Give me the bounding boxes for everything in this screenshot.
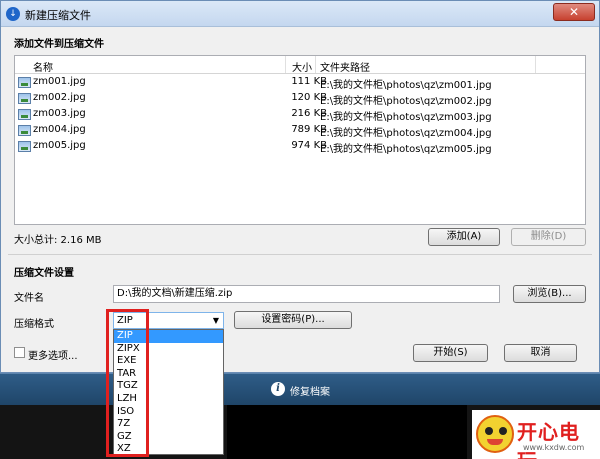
file-path: E:\我的文件柜\photos\qz\zm003.jpg (320, 112, 492, 123)
column-header-size[interactable]: 大小 (292, 59, 312, 74)
cancel-button[interactable]: 取消 (504, 344, 577, 362)
file-row[interactable]: zm002.jpg 120 KB E:\我的文件柜\photos\qz\zm00… (15, 91, 585, 107)
file-list-header: 名称 大小 文件夹路径 (15, 56, 585, 74)
set-password-button[interactable]: 设置密码(P)... (234, 311, 352, 329)
image-file-icon (18, 125, 31, 136)
column-header-name[interactable]: 名称 (33, 59, 53, 74)
file-row[interactable]: zm005.jpg 974 KB E:\我的文件柜\photos\qz\zm00… (15, 139, 585, 155)
file-path: E:\我的文件柜\photos\qz\zm004.jpg (320, 128, 492, 139)
browse-button[interactable]: 浏览(B)... (513, 285, 586, 303)
window-title: 新建压缩文件 (25, 9, 91, 22)
image-file-icon (18, 109, 31, 120)
filename-label: 文件名 (14, 293, 44, 304)
annotation-highlight-box (106, 309, 149, 457)
filename-input[interactable]: D:\我的文档\新建压缩.zip (113, 285, 500, 303)
app-icon: ↓ (6, 7, 20, 21)
more-options-checkbox[interactable] (14, 347, 25, 358)
file-row[interactable]: zm004.jpg 789 KB E:\我的文件柜\photos\qz\zm00… (15, 123, 585, 139)
dropdown-arrow-icon: ▼ (212, 316, 219, 325)
file-row[interactable]: zm001.jpg 111 KB E:\我的文件柜\photos\qz\zm00… (15, 75, 585, 91)
watermark-title: 开心电玩 (517, 420, 580, 459)
file-path: E:\我的文件柜\photos\qz\zm005.jpg (320, 144, 492, 155)
file-name: zm004.jpg (33, 124, 86, 135)
file-path: E:\我的文件柜\photos\qz\zm001.jpg (320, 80, 492, 91)
settings-section-title: 压缩文件设置 (14, 268, 74, 279)
image-file-icon (18, 93, 31, 104)
info-icon[interactable]: i (271, 382, 285, 396)
mascot-face-icon (476, 415, 514, 453)
image-file-icon (18, 77, 31, 88)
image-file-icon (18, 141, 31, 152)
file-name: zm001.jpg (33, 76, 86, 87)
file-list[interactable]: 名称 大小 文件夹路径 zm001.jpg 111 KB E:\我的文件柜\ph… (14, 55, 586, 225)
column-divider (315, 56, 316, 73)
file-row[interactable]: zm003.jpg 216 KB E:\我的文件柜\photos\qz\zm00… (15, 107, 585, 123)
delete-button[interactable]: 删除(D) (511, 228, 586, 246)
format-label: 压缩格式 (14, 319, 54, 330)
file-name: zm002.jpg (33, 92, 86, 103)
column-divider (285, 56, 286, 73)
column-divider (535, 56, 536, 73)
file-name: zm005.jpg (33, 140, 86, 151)
close-button[interactable]: ✕ (553, 3, 595, 21)
title-bar[interactable]: ↓ 新建压缩文件 ✕ (1, 1, 599, 27)
watermark-url: www.kxdw.com (523, 443, 585, 452)
divider (8, 254, 592, 255)
file-path: E:\我的文件柜\photos\qz\zm002.jpg (320, 96, 492, 107)
file-name: zm003.jpg (33, 108, 86, 119)
start-button[interactable]: 开始(S) (413, 344, 488, 362)
background-strip (227, 405, 467, 459)
more-options-label[interactable]: 更多选项... (28, 347, 78, 362)
add-button[interactable]: 添加(A) (428, 228, 500, 246)
repair-archive-link[interactable]: 修复档案 (290, 383, 330, 398)
add-files-section-title: 添加文件到压缩文件 (14, 39, 104, 50)
total-size-label: 大小总计: 2.16 MB (14, 235, 102, 246)
column-header-path[interactable]: 文件夹路径 (320, 59, 370, 74)
